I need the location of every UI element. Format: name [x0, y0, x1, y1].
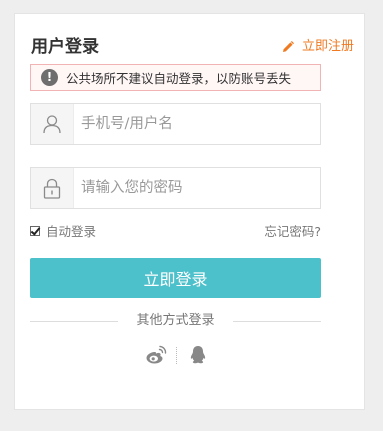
- login-options: 自动登录 忘记密码?: [30, 221, 321, 239]
- login-title: 用户登录: [31, 37, 99, 57]
- warning-banner: ! 公共场所不建议自动登录，以防账号丢失: [30, 64, 321, 91]
- register-link[interactable]: 立即注册: [282, 37, 354, 57]
- password-field: [30, 167, 321, 209]
- pencil-icon: [282, 41, 294, 52]
- lock-icon: [43, 178, 61, 199]
- divider-line-right: [233, 321, 321, 322]
- remember-checkbox[interactable]: [30, 225, 40, 236]
- weibo-icon[interactable]: [145, 345, 167, 365]
- username-input[interactable]: [81, 104, 311, 144]
- forgot-password-link[interactable]: 忘记密码?: [264, 221, 321, 240]
- exclamation-icon: !: [41, 69, 58, 86]
- social-separator: [176, 347, 177, 364]
- qq-icon[interactable]: [189, 345, 207, 365]
- user-icon: [43, 115, 61, 134]
- register-label: 立即注册: [301, 39, 354, 54]
- remember-label: 自动登录: [46, 224, 97, 239]
- password-input[interactable]: [81, 168, 311, 208]
- username-icon-box: [31, 104, 74, 144]
- warning-text: 公共场所不建议自动登录，以防账号丢失: [66, 71, 292, 86]
- username-field: [30, 103, 321, 145]
- other-login-divider: 其他方式登录: [30, 312, 321, 330]
- password-icon-box: [31, 168, 74, 208]
- remember-toggle[interactable]: 自动登录: [30, 221, 96, 240]
- login-button[interactable]: 立即登录: [30, 258, 321, 298]
- social-login-icons: [145, 345, 207, 367]
